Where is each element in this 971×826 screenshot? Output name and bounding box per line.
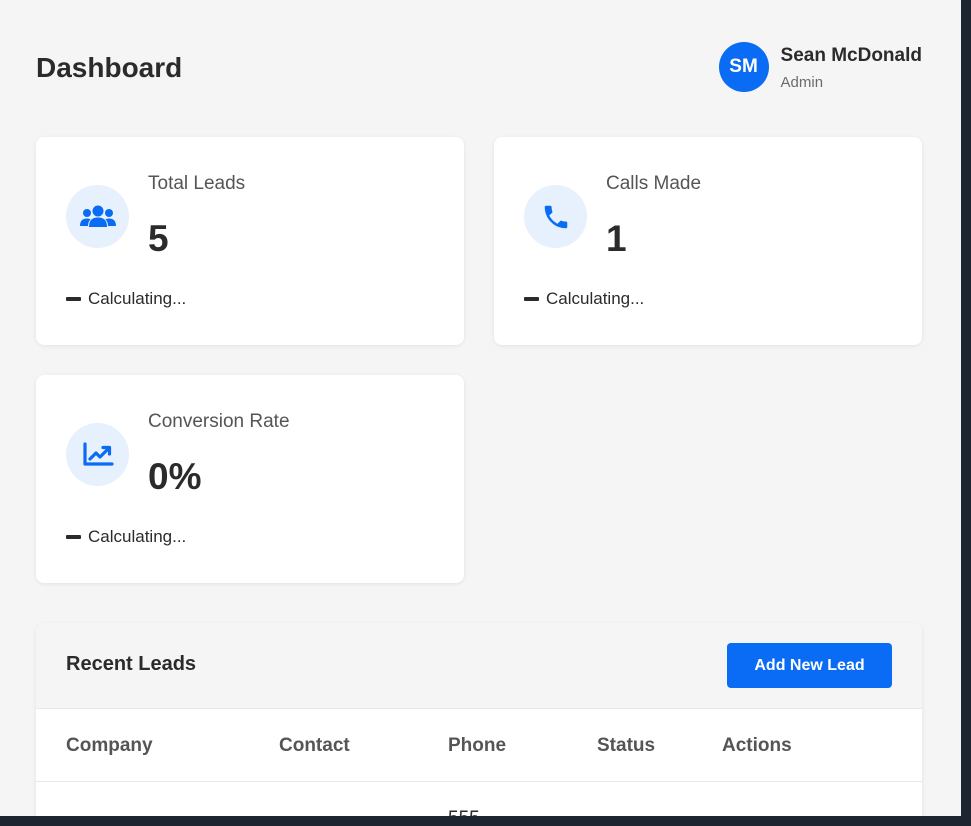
recent-leads-title: Recent Leads: [66, 653, 197, 675]
user-name: Sean McDonald: [780, 45, 922, 66]
chart-line-icon: [66, 423, 129, 486]
phone-icon: [524, 185, 587, 248]
minus-icon: [524, 297, 539, 301]
stat-label: Conversion Rate: [148, 411, 290, 432]
recent-leads-header: Recent Leads Add New Lead: [36, 623, 922, 709]
page-title: Dashboard: [36, 52, 183, 83]
stat-trend: Calculating...: [66, 289, 186, 309]
header: Dashboard SM Sean McDonald Admin: [36, 40, 922, 96]
minus-icon: [66, 535, 81, 539]
user-profile[interactable]: SM Sean McDonald Admin: [718, 42, 922, 94]
avatar[interactable]: SM: [718, 42, 769, 92]
stat-trend: Calculating...: [524, 289, 644, 309]
stat-value: 1: [606, 218, 627, 259]
table-row[interactable]: 555-: [36, 782, 922, 816]
stat-card-total-leads: Total Leads 5 Calculating...: [36, 137, 464, 345]
stat-card-conversion-rate: Conversion Rate 0% Calculating...: [36, 375, 464, 583]
add-new-lead-button[interactable]: Add New Lead: [727, 643, 892, 688]
column-header-phone[interactable]: Phone: [448, 735, 506, 757]
users-icon: [66, 185, 129, 248]
stat-trend-text: Calculating...: [88, 289, 187, 308]
stat-value: 5: [148, 218, 169, 259]
stat-label: Total Leads: [148, 173, 246, 194]
column-header-company[interactable]: Company: [66, 735, 153, 757]
user-role: Admin: [780, 74, 824, 91]
user-info: Sean McDonald Admin: [781, 42, 922, 94]
column-header-status[interactable]: Status: [597, 735, 655, 757]
stat-value: 0%: [148, 456, 202, 497]
stat-label: Calls Made: [606, 173, 702, 194]
stat-trend-text: Calculating...: [88, 527, 187, 546]
table-header: Company Contact Phone Status Actions: [36, 709, 922, 782]
recent-leads-panel: Recent Leads Add New Lead Company Contac…: [36, 623, 922, 816]
column-header-contact[interactable]: Contact: [279, 735, 350, 757]
stat-trend: Calculating...: [66, 527, 186, 547]
column-header-actions[interactable]: Actions: [722, 735, 792, 757]
stat-card-calls-made: Calls Made 1 Calculating...: [494, 137, 922, 345]
minus-icon: [66, 297, 81, 301]
app-window: Dashboard SM Sean McDonald Admin Total L…: [0, 0, 961, 816]
stat-trend-text: Calculating...: [546, 289, 645, 308]
phone-cell: 555-: [448, 808, 486, 816]
